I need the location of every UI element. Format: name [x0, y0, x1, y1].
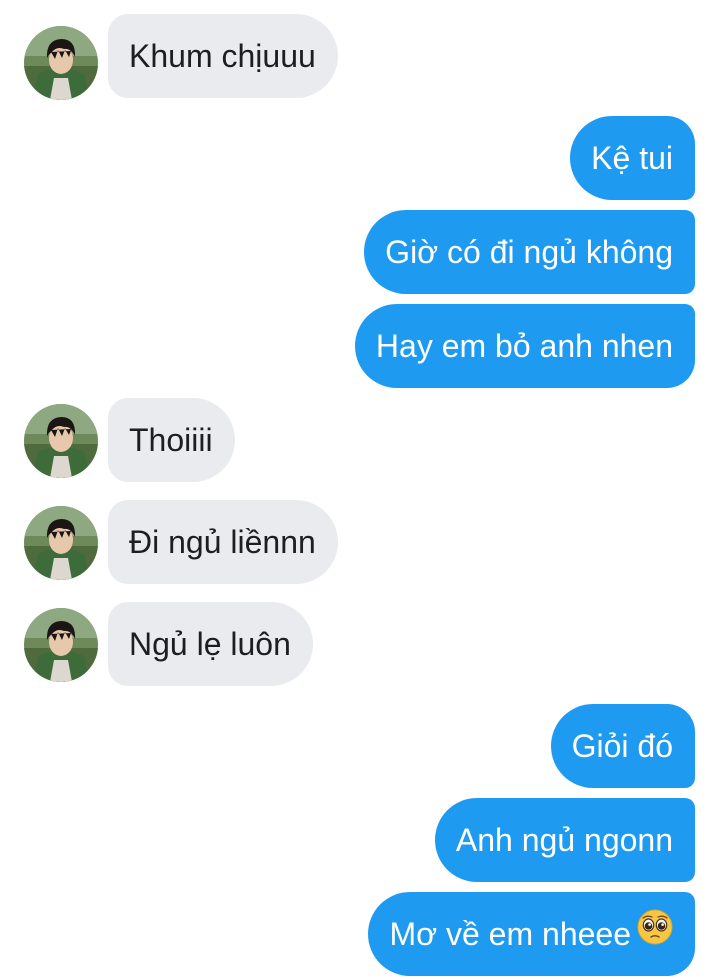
sent-message-bubble[interactable]: Giờ có đi ngủ không	[364, 210, 695, 294]
pleading-face-icon	[637, 892, 673, 976]
message-row: Đi ngủ liềnnn	[0, 500, 720, 584]
avatar-image	[24, 404, 98, 478]
received-message-bubble[interactable]: Ngủ lẹ luôn	[108, 602, 313, 686]
message-row: Mơ về em nheee	[0, 892, 720, 976]
sent-message-bubble[interactable]: Giỏi đó	[550, 704, 695, 788]
avatar-image	[24, 506, 98, 580]
sent-message-bubble[interactable]: Kệ tui	[570, 116, 695, 200]
sent-message-bubble[interactable]: Mơ về em nheee	[368, 892, 695, 976]
avatar[interactable]	[24, 26, 98, 100]
sent-message-bubble[interactable]: Hay em bỏ anh nhen	[354, 304, 695, 388]
message-row: Anh ngủ ngonn	[0, 798, 720, 882]
message-row: Kệ tui	[0, 116, 720, 200]
avatar[interactable]	[24, 506, 98, 580]
received-message-bubble[interactable]: Thoiiii	[108, 398, 235, 482]
received-message-bubble[interactable]: Khum chịuuu	[108, 14, 338, 98]
avatar[interactable]	[24, 608, 98, 682]
message-row: Hay em bỏ anh nhen	[0, 304, 720, 388]
message-row: Khum chịuuu	[0, 14, 720, 98]
avatar-image	[24, 26, 98, 100]
sent-message-bubble[interactable]: Anh ngủ ngonn	[434, 798, 695, 882]
received-message-bubble[interactable]: Đi ngủ liềnnn	[108, 500, 338, 584]
avatar-image	[24, 608, 98, 682]
message-row: Thoiiii	[0, 398, 720, 482]
message-row: Giờ có đi ngủ không	[0, 210, 720, 294]
message-row: Ngủ lẹ luôn	[0, 602, 720, 686]
sent-message-text: Mơ về em nheee	[389, 916, 631, 952]
avatar[interactable]	[24, 404, 98, 478]
message-row: Giỏi đó	[0, 704, 720, 788]
